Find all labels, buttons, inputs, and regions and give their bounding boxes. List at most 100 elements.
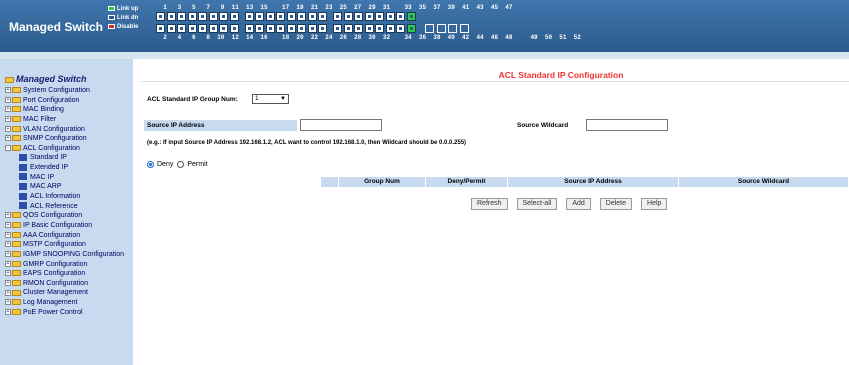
sidebar-item[interactable]: + Port Configuration — [5, 96, 133, 106]
port-icon[interactable] — [406, 24, 416, 33]
expand-icon[interactable]: + — [5, 212, 11, 219]
port-icon[interactable] — [229, 12, 239, 21]
expand-icon[interactable]: + — [5, 135, 11, 142]
sidebar-item[interactable]: + MAC Binding — [5, 105, 133, 115]
port-icon[interactable] — [354, 24, 363, 33]
port-icon[interactable] — [385, 24, 395, 33]
port-icon[interactable] — [364, 12, 374, 21]
port-icon[interactable] — [208, 24, 218, 33]
port-icon[interactable] — [354, 12, 363, 21]
port-icon[interactable] — [333, 24, 342, 33]
sidebar-item[interactable]: + VLAN Configuration — [5, 125, 133, 135]
port-icon[interactable] — [318, 12, 327, 21]
port-icon[interactable] — [406, 12, 416, 21]
port-icon[interactable] — [198, 24, 207, 33]
sidebar-item[interactable]: + RMON Configuration — [5, 279, 133, 289]
expand-icon[interactable]: + — [5, 87, 11, 94]
port-icon[interactable] — [244, 24, 254, 33]
port-icon[interactable] — [297, 24, 306, 33]
port-icon[interactable] — [276, 24, 285, 33]
port-icon[interactable] — [255, 12, 264, 21]
expand-icon[interactable]: + — [5, 241, 11, 248]
port-icon[interactable] — [265, 12, 275, 21]
sidebar-item[interactable]: + MSTP Configuration — [5, 240, 133, 250]
port-icon[interactable] — [177, 24, 186, 33]
sidebar-item[interactable]: + MAC Filter — [5, 115, 133, 125]
port-icon[interactable] — [307, 12, 317, 21]
expand-icon[interactable]: + — [5, 96, 11, 103]
port-icon[interactable] — [375, 12, 384, 21]
port-icon[interactable] — [343, 24, 353, 33]
port-icon[interactable] — [208, 12, 218, 21]
port-icon[interactable] — [385, 12, 395, 21]
permit-radio[interactable] — [177, 161, 185, 168]
port-icon[interactable] — [244, 12, 254, 21]
refresh-button[interactable]: Refresh — [471, 198, 508, 210]
port-icon[interactable] — [166, 12, 176, 21]
group-num-select[interactable]: 1 ▼ — [252, 94, 289, 104]
collapse-icon[interactable]: − — [5, 145, 11, 151]
sidebar-item[interactable]: + IP Basic Configuration — [5, 221, 133, 231]
sidebar-item[interactable]: + SNMP Configuration — [5, 134, 133, 144]
sidebar-item[interactable]: + System Configuration — [5, 86, 133, 96]
sidebar-item[interactable]: − ACL Configuration — [5, 144, 133, 154]
expand-icon[interactable]: + — [5, 270, 11, 277]
port-icon[interactable] — [333, 12, 342, 21]
help-button[interactable]: Help — [641, 198, 668, 210]
sidebar-subitem[interactable]: MAC IP — [5, 173, 133, 183]
expand-icon[interactable]: + — [5, 116, 11, 123]
expand-icon[interactable]: + — [5, 231, 11, 238]
port-icon[interactable] — [375, 24, 384, 33]
expand-icon[interactable]: + — [5, 260, 11, 267]
port-icon[interactable] — [343, 12, 353, 21]
port-icon[interactable] — [229, 24, 239, 33]
sfp-port-icon[interactable] — [425, 24, 434, 33]
port-icon[interactable] — [166, 24, 176, 33]
sidebar-item[interactable]: + QOS Configuration — [5, 211, 133, 221]
expand-icon[interactable]: + — [5, 308, 11, 315]
sidebar-item[interactable]: + GMRP Configuration — [5, 260, 133, 270]
sfp-port-icon[interactable] — [448, 24, 457, 33]
port-icon[interactable] — [307, 24, 317, 33]
port-icon[interactable] — [255, 24, 264, 33]
sidebar-title[interactable]: Managed Switch — [5, 72, 133, 86]
sidebar-subitem[interactable]: ACL Information — [5, 192, 133, 202]
port-icon[interactable] — [156, 12, 165, 21]
sidebar-subitem[interactable]: Extended IP — [5, 163, 133, 173]
expand-icon[interactable]: + — [5, 222, 11, 229]
port-icon[interactable] — [276, 12, 285, 21]
expand-icon[interactable]: + — [5, 106, 11, 113]
sfp-port-icon[interactable] — [436, 24, 446, 33]
sidebar-item[interactable]: + Cluster Management — [5, 288, 133, 298]
expand-icon[interactable]: + — [5, 125, 11, 132]
port-icon[interactable] — [396, 24, 405, 33]
sidebar-subitem[interactable]: MAC ARP — [5, 182, 133, 192]
port-icon[interactable] — [219, 12, 228, 21]
port-icon[interactable] — [156, 24, 165, 33]
port-icon[interactable] — [187, 24, 197, 33]
sidebar-item[interactable]: + IGMP SNOOPING Configuration — [5, 250, 133, 260]
port-icon[interactable] — [219, 24, 228, 33]
expand-icon[interactable]: + — [5, 299, 11, 306]
sidebar-item[interactable]: + PoE Power Control — [5, 308, 133, 318]
sfp-port-icon[interactable] — [459, 24, 469, 33]
sidebar-subitem[interactable]: Standard IP — [5, 153, 133, 163]
source-wildcard-input[interactable] — [586, 119, 668, 131]
port-icon[interactable] — [297, 12, 306, 21]
port-icon[interactable] — [177, 12, 186, 21]
port-icon[interactable] — [396, 12, 405, 21]
sidebar-item[interactable]: + Log Management — [5, 298, 133, 308]
port-icon[interactable] — [265, 24, 275, 33]
delete-button[interactable]: Delete — [599, 198, 633, 210]
port-icon[interactable] — [364, 24, 374, 33]
expand-icon[interactable]: + — [5, 251, 11, 258]
add-button[interactable]: Add — [566, 198, 591, 210]
port-icon[interactable] — [198, 12, 207, 21]
source-ip-input[interactable] — [300, 119, 382, 131]
port-icon[interactable] — [318, 24, 327, 33]
expand-icon[interactable]: + — [5, 279, 11, 286]
port-icon[interactable] — [187, 12, 197, 21]
sidebar-subitem[interactable]: ACL Reference — [5, 202, 133, 212]
port-icon[interactable] — [286, 24, 296, 33]
sidebar-item[interactable]: + AAA Configuration — [5, 231, 133, 241]
